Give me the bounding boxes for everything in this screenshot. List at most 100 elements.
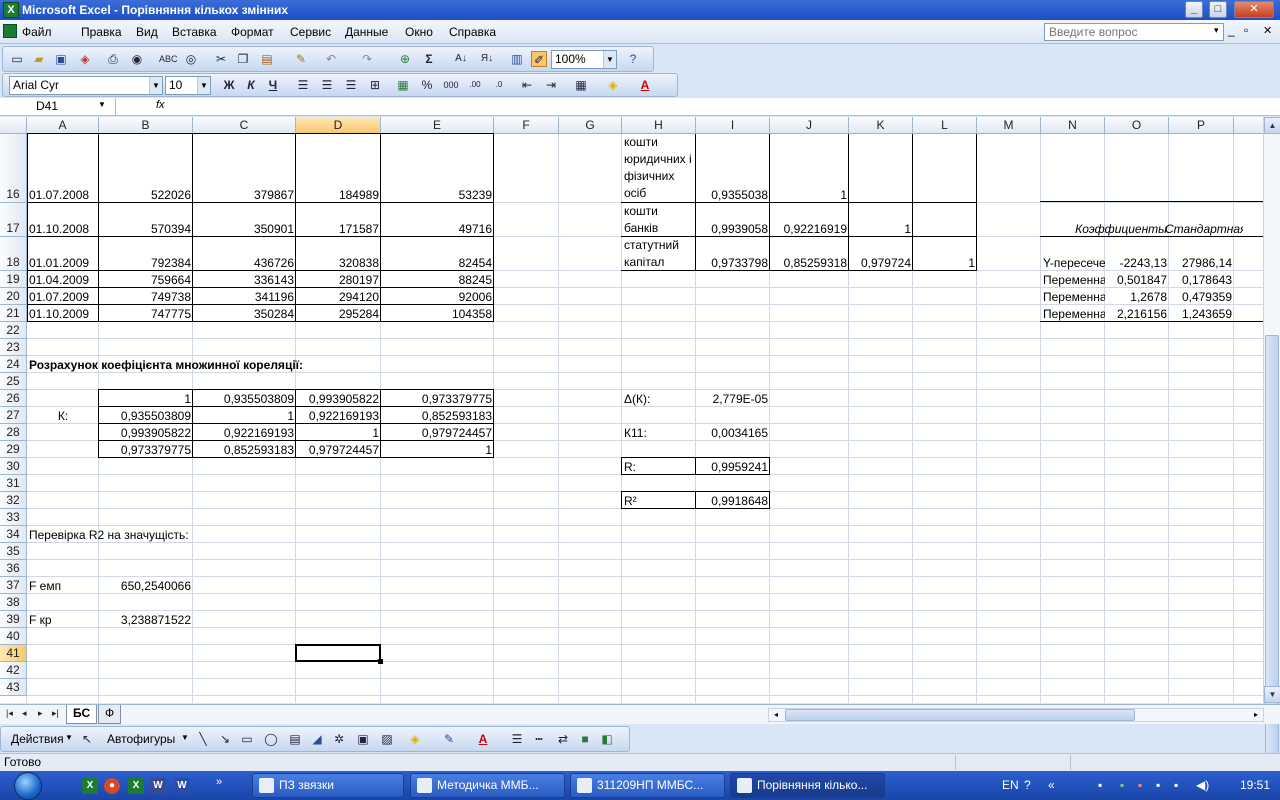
menu-insert[interactable]: Вставка xyxy=(172,25,217,39)
cell-A39[interactable]: F кр xyxy=(27,611,99,627)
tray-app-icon[interactable]: ▪ xyxy=(1138,778,1142,792)
cell-N21[interactable]: Переменная xyxy=(1041,305,1105,321)
cell-Q19[interactable]: 2,80 xyxy=(1234,271,1263,287)
column-header[interactable]: I xyxy=(696,117,770,134)
row-header[interactable]: 42 xyxy=(0,662,27,679)
row-header[interactable]: 23 xyxy=(0,339,27,356)
cell-H16[interactable]: кошти юридичних і фізичних осіб xyxy=(622,134,694,202)
cell-P21[interactable]: 1,243659 xyxy=(1169,305,1234,321)
zoom-select[interactable]: 100% ▼ xyxy=(551,50,617,69)
fill-color-icon[interactable]: ◈ xyxy=(407,731,423,747)
cell-I32[interactable]: 0,9918648 xyxy=(696,492,770,508)
font-color-icon[interactable]: A xyxy=(475,731,491,747)
menu-view[interactable]: Вид xyxy=(136,25,158,39)
cell-D18[interactable]: 320838 xyxy=(296,237,381,270)
cell-P18[interactable]: 27986,14 xyxy=(1169,237,1234,270)
cell-H26[interactable]: Δ(К): xyxy=(622,390,696,406)
row-header[interactable]: 17 xyxy=(0,203,27,237)
row-header[interactable]: 20 xyxy=(0,288,27,305)
cell-Q21[interactable]: 1,78 xyxy=(1234,305,1263,321)
spelling-icon[interactable]: ABC xyxy=(159,51,178,67)
align-left-icon[interactable]: ☰ xyxy=(295,77,311,93)
cell-C28[interactable]: 0,922169193 xyxy=(193,424,296,440)
cell-Q20[interactable]: 2,64 xyxy=(1234,288,1263,304)
excel-quicklaunch-icon[interactable]: X xyxy=(82,778,98,794)
clipart-icon[interactable]: ▣ xyxy=(355,731,371,747)
cell-D17[interactable]: 171587 xyxy=(296,203,381,236)
row-header[interactable]: 25 xyxy=(0,373,27,390)
cell-B26[interactable]: 1 xyxy=(99,390,193,406)
column-header[interactable]: N xyxy=(1041,117,1105,134)
shadow-icon[interactable]: ■ xyxy=(577,731,593,747)
help-icon[interactable]: ? xyxy=(625,51,641,67)
volume-icon[interactable]: ◀) xyxy=(1196,778,1209,792)
cell-K17[interactable]: 1 xyxy=(849,203,913,236)
decrease-indent-icon[interactable]: ⇤ xyxy=(519,77,535,93)
sheet-tab-bs[interactable]: БС xyxy=(66,705,98,724)
actions-menu[interactable]: Действия xyxy=(11,732,64,746)
merge-center-icon[interactable]: ⊞ xyxy=(367,77,383,93)
first-sheet-button[interactable]: |◂ xyxy=(6,708,13,719)
decrease-decimal-icon[interactable]: .0 xyxy=(491,77,507,93)
row-header[interactable]: 36 xyxy=(0,560,27,577)
cell-P17[interactable]: Стандартная ошибка xyxy=(1163,203,1243,236)
cell-I26[interactable]: 2,779E-05 xyxy=(696,390,770,406)
cell-A20[interactable]: 01.07.2009 xyxy=(27,288,99,304)
cell-E19[interactable]: 88245 xyxy=(381,271,494,287)
row-header[interactable]: 16 xyxy=(0,134,27,203)
percent-icon[interactable]: % xyxy=(419,77,435,93)
cell-C21[interactable]: 350284 xyxy=(193,305,296,321)
scroll-thumb[interactable] xyxy=(1265,335,1279,800)
scroll-left-button[interactable]: ◂ xyxy=(769,709,783,721)
cell-I28[interactable]: 0,0034165 xyxy=(696,424,770,440)
oval-icon[interactable]: ◯ xyxy=(263,731,279,747)
row-header[interactable]: 40 xyxy=(0,628,27,645)
align-center-icon[interactable]: ☰ xyxy=(319,77,335,93)
autoshapes-menu[interactable]: Автофигуры xyxy=(107,732,175,746)
cell-C17[interactable]: 350901 xyxy=(193,203,296,236)
column-header[interactable]: M xyxy=(977,117,1041,134)
thousands-icon[interactable]: 000 xyxy=(443,77,459,93)
tray-app-icon[interactable]: ▪ xyxy=(1098,778,1102,792)
cell-E20[interactable]: 92006 xyxy=(381,288,494,304)
rectangle-icon[interactable]: ▭ xyxy=(239,731,255,747)
chevron-down-icon[interactable]: ▼ xyxy=(98,100,106,109)
language-indicator[interactable]: EN xyxy=(1002,778,1019,792)
row-header[interactable]: 37 xyxy=(0,577,27,594)
wordart-icon[interactable]: ◢ xyxy=(309,731,325,747)
column-header[interactable]: B xyxy=(99,117,193,134)
cell-O18[interactable]: -2243,13 xyxy=(1105,237,1169,270)
fill-color-icon[interactable]: ◈ xyxy=(605,77,621,93)
cell-H30[interactable]: R: xyxy=(622,458,696,474)
underline-button[interactable]: Ч xyxy=(265,77,281,93)
cell-K18[interactable]: 0,979724 xyxy=(849,237,913,270)
cell-B39[interactable]: 3,238871522 xyxy=(99,611,193,627)
row-header[interactable]: 38 xyxy=(0,594,27,611)
row-header[interactable]: 33 xyxy=(0,509,27,526)
select-all-corner[interactable] xyxy=(0,117,27,134)
cut-icon[interactable]: ✂ xyxy=(213,51,229,67)
browser-quicklaunch-icon[interactable]: ● xyxy=(104,778,120,794)
cell-D21[interactable]: 295284 xyxy=(296,305,381,321)
scroll-down-button[interactable]: ▼ xyxy=(1264,686,1280,703)
next-sheet-button[interactable]: ▸ xyxy=(38,708,43,719)
cell-A27[interactable]: К: xyxy=(27,407,99,423)
cell-N18[interactable]: Y-пересечение xyxy=(1041,237,1105,270)
cell-L18[interactable]: 1 xyxy=(913,237,977,270)
font-size-select[interactable]: 10 ▼ xyxy=(165,76,211,95)
help-question-input[interactable] xyxy=(1044,23,1224,41)
row-header[interactable]: 35 xyxy=(0,543,27,560)
cell-H28[interactable]: К11: xyxy=(622,424,696,440)
cell-B20[interactable]: 749738 xyxy=(99,288,193,304)
column-header[interactable]: D xyxy=(296,117,381,134)
column-header[interactable]: F xyxy=(494,117,559,134)
diagram-icon[interactable]: ✲ xyxy=(331,731,347,747)
cell-I16[interactable]: 0,9355038 xyxy=(696,134,770,202)
line-icon[interactable]: ╲ xyxy=(195,731,211,747)
menu-format[interactable]: Формат xyxy=(231,25,274,39)
borders-icon[interactable]: ▦ xyxy=(573,77,589,93)
cell-E17[interactable]: 49716 xyxy=(381,203,494,236)
font-color-icon[interactable]: A xyxy=(637,77,653,93)
doc-restore-button[interactable]: ▫ xyxy=(1244,23,1248,37)
cell-B28[interactable]: 0,993905822 xyxy=(99,424,193,440)
